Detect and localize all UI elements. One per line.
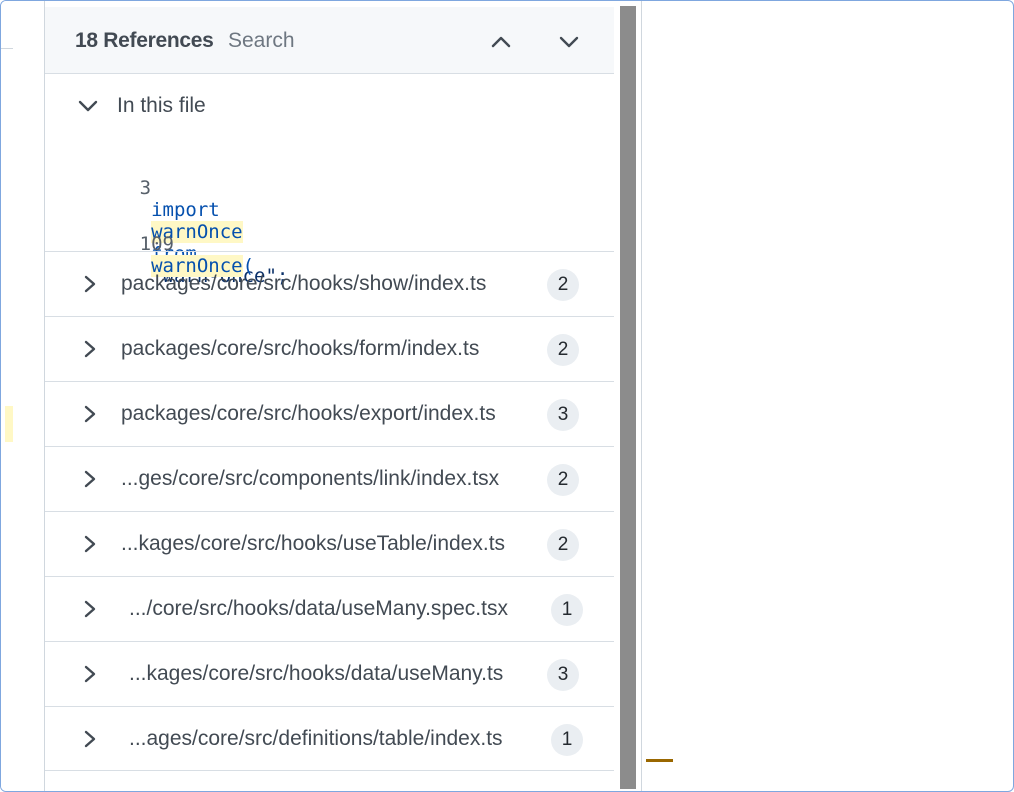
reference-count-badge: 3 (547, 659, 579, 691)
chevron-down-icon (78, 100, 98, 112)
file-path: packages/core/src/hooks/export/index.ts (121, 402, 496, 425)
list-divider (45, 770, 614, 771)
reference-count-badge: 3 (547, 399, 579, 431)
file-path: ...ages/core/src/definitions/table/index… (129, 727, 503, 750)
gutter-line (1, 48, 13, 49)
references-count-title: 18 References (75, 29, 214, 52)
in-this-file-label: In this file (117, 94, 206, 117)
pane-divider (641, 1, 642, 791)
reference-count-badge: 2 (547, 464, 579, 496)
file-reference-row[interactable]: ...ges/core/src/components/link/index.ts… (45, 446, 614, 511)
reference-count-badge: 2 (547, 334, 579, 366)
previous-reference-button[interactable] (484, 25, 518, 59)
chevron-right-icon (84, 665, 96, 683)
chevron-right-icon (84, 730, 96, 748)
file-reference-row[interactable]: .../core/src/hooks/data/useMany.spec.tsx… (45, 576, 614, 641)
file-path: ...kages/core/src/hooks/data/useMany.ts (129, 662, 504, 685)
file-path: ...kages/core/src/hooks/useTable/index.t… (121, 532, 506, 555)
file-path: ...ges/core/src/components/link/index.ts… (121, 467, 500, 490)
chevron-right-icon (84, 470, 96, 488)
file-reference-row[interactable]: ...kages/core/src/hooks/data/useMany.ts … (45, 641, 614, 706)
in-this-file-toggle[interactable]: In this file (77, 89, 206, 123)
file-reference-row[interactable]: packages/core/src/hooks/show/index.ts 2 (45, 251, 614, 316)
chevron-right-icon (84, 535, 96, 553)
gutter-highlight (5, 406, 13, 442)
chevron-right-icon (84, 600, 96, 618)
file-path: packages/core/src/hooks/show/index.ts (121, 272, 487, 295)
chevron-down-icon (559, 36, 579, 48)
reference-count-badge: 1 (551, 724, 583, 756)
reference-count-badge: 2 (547, 529, 579, 561)
file-path: packages/core/src/hooks/form/index.ts (121, 337, 480, 360)
reference-count-badge: 1 (551, 594, 583, 626)
next-reference-button[interactable] (552, 25, 586, 59)
references-header: 18 References Search (45, 7, 614, 74)
chevron-right-icon (84, 340, 96, 358)
file-reference-row[interactable]: ...kages/core/src/hooks/useTable/index.t… (45, 511, 614, 576)
window-frame: 18 References Search In this file 3 impo… (0, 0, 1014, 792)
references-panel: 18 References Search In this file 3 impo… (44, 1, 614, 791)
file-reference-row[interactable]: packages/core/src/hooks/form/index.ts 2 (45, 316, 614, 381)
editor-gutter (1, 1, 44, 791)
search-input[interactable]: Search (228, 29, 295, 53)
chevron-up-icon (491, 36, 511, 48)
chevron-right-icon (84, 405, 96, 423)
line-number: 3 (139, 177, 152, 199)
panel-scrollbar[interactable] (620, 6, 636, 789)
file-reference-row[interactable]: packages/core/src/hooks/export/index.ts … (45, 381, 614, 446)
file-path: .../core/src/hooks/data/useMany.spec.tsx (129, 597, 508, 620)
chevron-right-icon (84, 275, 96, 293)
reference-count-badge: 2 (547, 269, 579, 301)
text-cursor-marker (646, 759, 673, 762)
file-reference-row[interactable]: ...ages/core/src/definitions/table/index… (45, 706, 614, 771)
